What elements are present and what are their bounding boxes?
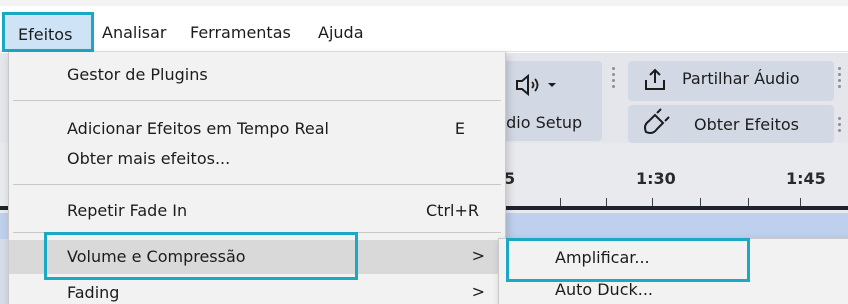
menu-item-get-more-effects[interactable]: Obter mais efeitos... xyxy=(9,142,505,176)
menu-item-shortcut: E xyxy=(454,119,465,138)
tick-mark xyxy=(606,198,607,206)
menu-separator xyxy=(13,184,501,185)
submenu-item-label: Amplificar... xyxy=(555,248,650,267)
menu-item-repeat-fade-in[interactable]: Repetir Fade In Ctrl+R xyxy=(9,194,505,228)
tick-label: 1:30 xyxy=(636,169,676,188)
menu-item-label: Fading xyxy=(67,283,120,302)
tick-mark xyxy=(748,198,749,206)
menu-item-plugin-manager[interactable]: Gestor de Plugins xyxy=(9,58,505,92)
menu-ferramentas[interactable]: Ferramentas xyxy=(190,22,291,44)
tick-mark xyxy=(560,198,561,206)
menu-separator xyxy=(13,232,501,233)
submenu-item-auto-duck[interactable]: Auto Duck... xyxy=(499,273,848,304)
volume-compression-submenu: Amplificar... Auto Duck... xyxy=(498,238,848,304)
submenu-item-amplify[interactable]: Amplificar... xyxy=(499,241,848,273)
menu-item-shortcut: Ctrl+R xyxy=(426,201,479,220)
menu-analisar[interactable]: Analisar xyxy=(102,22,167,44)
menu-item-label: Gestor de Plugins xyxy=(67,65,208,84)
menu-bar: Efeitos Analisar Ferramentas Ajuda xyxy=(0,12,848,52)
tick-mark xyxy=(700,198,701,206)
toolbar-grip-right[interactable] xyxy=(838,67,846,91)
menu-item-label: Volume e Compressão xyxy=(67,247,246,266)
submenu-arrow-icon: > xyxy=(471,282,485,301)
audio-setup-label[interactable]: udio Setup xyxy=(496,113,582,132)
plug-icon xyxy=(640,108,670,138)
menu-separator xyxy=(13,100,501,101)
effects-menu: Gestor de Plugins Adicionar Efeitos em T… xyxy=(8,52,506,304)
share-upload-icon xyxy=(642,67,668,93)
share-audio-label: Partilhar Áudio xyxy=(682,69,800,88)
tick-label: 1:45 xyxy=(786,169,826,188)
menu-item-volume-compression[interactable]: Volume e Compressão > xyxy=(9,240,505,274)
tick-mark xyxy=(800,198,801,206)
menu-item-fading[interactable]: Fading > xyxy=(9,276,505,304)
speaker-dropdown-icon[interactable] xyxy=(514,73,564,97)
menu-efeitos[interactable]: Efeitos xyxy=(2,12,94,52)
get-effects-label: Obter Efeitos xyxy=(694,115,799,134)
toolbar-grip[interactable] xyxy=(612,67,620,91)
tick-mark xyxy=(652,198,653,206)
app-window: Efeitos Analisar Ferramentas Ajuda udio … xyxy=(0,0,848,304)
window-top-edge xyxy=(0,0,848,6)
menu-item-label: Repetir Fade In xyxy=(67,201,188,220)
menu-ajuda[interactable]: Ajuda xyxy=(318,22,364,44)
toolbar-grip-right-2[interactable] xyxy=(838,117,846,135)
submenu-arrow-icon: > xyxy=(471,246,485,265)
menu-item-label: Obter mais efeitos... xyxy=(67,149,231,168)
menu-item-label: Adicionar Efeitos em Tempo Real xyxy=(67,119,329,138)
menu-item-add-realtime-effects[interactable]: Adicionar Efeitos em Tempo Real E xyxy=(9,112,505,146)
submenu-item-label: Auto Duck... xyxy=(555,280,654,299)
